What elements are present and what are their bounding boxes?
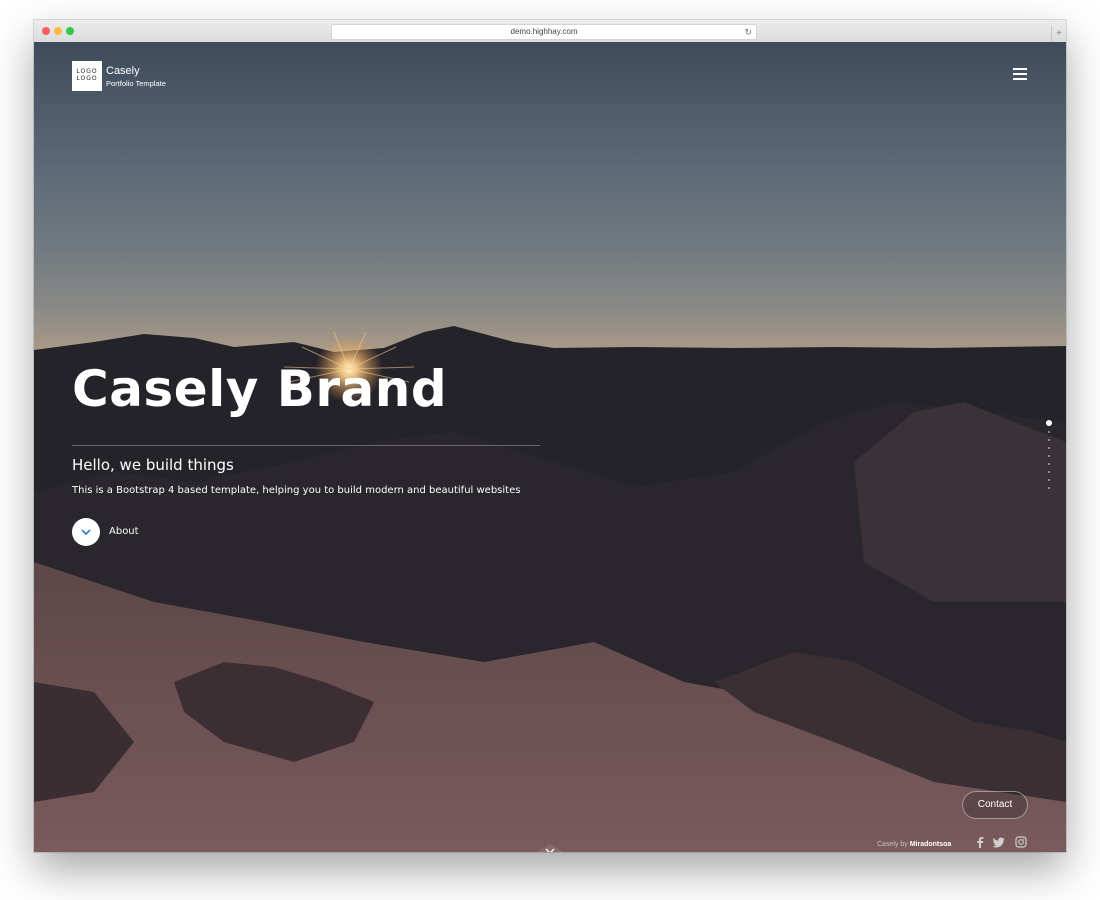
instagram-icon[interactable] — [1015, 836, 1027, 848]
section-dot-2[interactable] — [1048, 431, 1050, 433]
browser-window: demo.highhay.com ↻ + LOGO LOGO Casely Po… — [34, 20, 1066, 852]
chevron-down-icon — [81, 529, 91, 536]
logo[interactable]: LOGO LOGO — [72, 61, 102, 91]
hero-title: Casely Brand — [72, 360, 448, 418]
about-button[interactable] — [72, 518, 100, 546]
minimize-window-button[interactable] — [54, 27, 62, 35]
facebook-icon[interactable] — [974, 836, 986, 848]
footer-credit: Casely by Miradontsoa — [877, 841, 951, 848]
section-dot-7[interactable] — [1048, 471, 1050, 473]
section-dot-3[interactable] — [1048, 439, 1050, 441]
reload-icon[interactable]: ↻ — [744, 25, 752, 39]
hamburger-menu-icon[interactable] — [1013, 68, 1029, 82]
address-bar-url: demo.highhay.com — [510, 27, 578, 36]
section-nav-dots — [1045, 420, 1053, 495]
credit-author-link[interactable]: Miradontsoa — [910, 841, 952, 848]
section-dot-4[interactable] — [1048, 447, 1050, 449]
menu-bar — [1013, 78, 1027, 80]
hero-section: LOGO LOGO Casely Portfolio Template Case… — [34, 42, 1066, 852]
credit-prefix: Casely by — [877, 841, 908, 848]
new-tab-button[interactable]: + — [1051, 26, 1066, 42]
section-dot-9[interactable] — [1048, 487, 1050, 489]
contact-button[interactable]: Contact — [962, 791, 1028, 819]
brand-subtitle: Portfolio Template — [106, 79, 166, 88]
maximize-window-button[interactable] — [66, 27, 74, 35]
about-link[interactable]: About — [109, 526, 139, 537]
hero-subtitle: Hello, we build things — [72, 456, 234, 474]
scroll-down-button[interactable] — [527, 838, 573, 852]
menu-bar — [1013, 68, 1027, 70]
hero-divider — [72, 445, 540, 446]
section-dot-6[interactable] — [1048, 463, 1050, 465]
address-bar[interactable]: demo.highhay.com ↻ — [331, 24, 757, 40]
section-dot-1[interactable] — [1046, 420, 1052, 426]
section-dot-5[interactable] — [1048, 455, 1050, 457]
section-dot-8[interactable] — [1048, 479, 1050, 481]
hero-description: This is a Bootstrap 4 based template, he… — [72, 485, 521, 496]
browser-titlebar: demo.highhay.com ↻ + — [34, 20, 1066, 43]
close-window-button[interactable] — [42, 27, 50, 35]
menu-bar — [1013, 73, 1027, 75]
mountain-background — [34, 326, 1066, 852]
twitter-icon[interactable] — [993, 836, 1005, 848]
brand-name[interactable]: Casely — [106, 65, 140, 77]
